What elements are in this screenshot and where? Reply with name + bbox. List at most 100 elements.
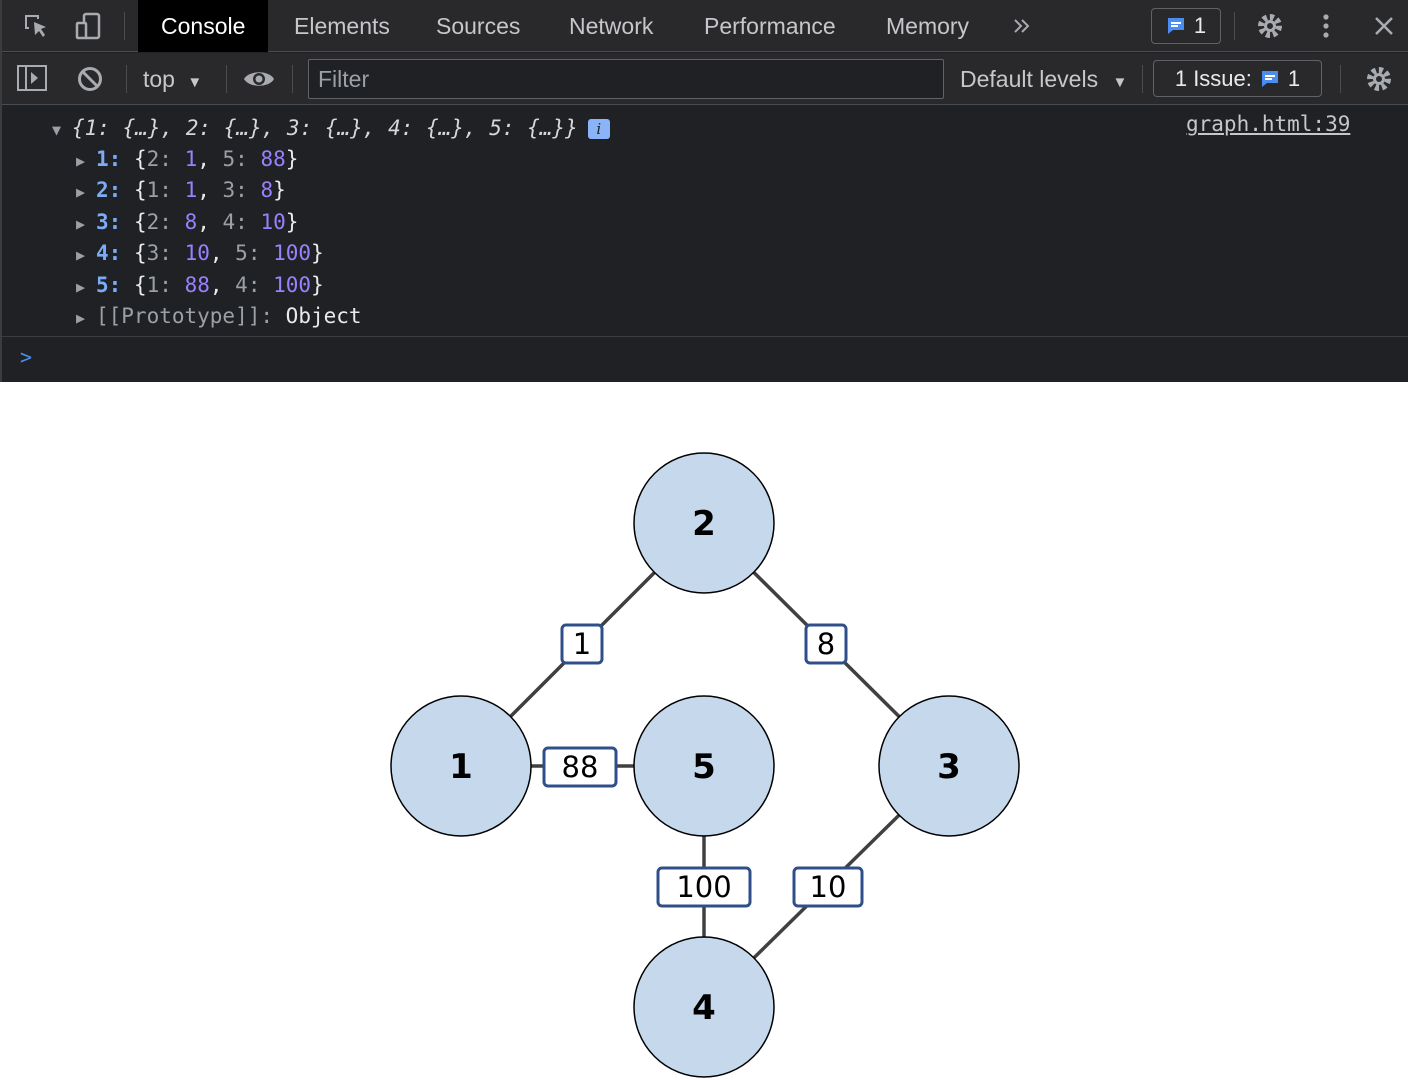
entry-colon: :: [108, 178, 122, 203]
entry-colon: :: [108, 241, 122, 266]
comma: ,: [197, 209, 223, 234]
object-summary[interactable]: ▼ {1: {…}, 2: {…}, 3: {…}, 4: {…}, 5: {…}…: [52, 113, 610, 144]
inspect-element-icon[interactable]: [18, 8, 54, 44]
console-prompt[interactable]: >: [2, 336, 1408, 382]
pair-value: 1: [184, 147, 198, 171]
messages-count: 1: [1193, 13, 1207, 38]
pair-key: 5: [222, 147, 236, 171]
toolbar-divider: [292, 65, 293, 93]
dropdown-arrow-icon: ▼: [1112, 74, 1128, 91]
collapsed-triangle-icon[interactable]: ▶: [76, 209, 96, 240]
console-filterbar: top ▼ Filter Default levels ▼ 1 Issue: 1: [2, 53, 1408, 105]
tab-console[interactable]: Console: [138, 0, 269, 52]
toolbar-divider: [1142, 65, 1143, 93]
collapsed-triangle-icon[interactable]: ▶: [76, 303, 96, 334]
context-selector[interactable]: top ▼: [143, 53, 202, 105]
brace-close: }: [285, 147, 299, 171]
collapsed-triangle-icon[interactable]: ▶: [76, 177, 96, 208]
kebab-menu-icon[interactable]: [1308, 8, 1344, 44]
entry-colon: :: [108, 272, 122, 297]
toolbar-divider: [124, 12, 125, 40]
node-label-1: 1: [449, 747, 473, 787]
object-entry-row[interactable]: ▶ 5: {1: 88, 4: 100}: [76, 270, 324, 301]
prototype-row[interactable]: ▶ [[Prototype]]: Object: [76, 301, 362, 332]
comma: ,: [209, 272, 236, 297]
close-icon[interactable]: [1366, 8, 1402, 44]
pair-colon: :: [159, 272, 185, 297]
pair-key: 1: [146, 178, 160, 203]
entry-key: 1: [96, 147, 109, 171]
node-label-5: 5: [692, 747, 716, 787]
devtools-tabbar: Console Elements Sources Network Performance…: [2, 0, 1408, 52]
filter-placeholder: Filter: [318, 66, 370, 92]
issues-button[interactable]: 1 Issue: 1: [1153, 60, 1322, 97]
object-entry-row[interactable]: ▶ 3: {2: 8, 4: 10}: [76, 207, 298, 238]
eye-icon[interactable]: [242, 67, 276, 96]
info-icon: i: [587, 119, 610, 139]
edge-weight-label: 10: [810, 870, 847, 904]
log-levels-dropdown[interactable]: Default levels ▼: [960, 53, 1127, 105]
sidebar-toggle-icon[interactable]: [16, 63, 48, 98]
filter-input[interactable]: Filter: [308, 59, 944, 99]
toolbar-divider: [226, 65, 227, 93]
pair-colon: :: [159, 147, 185, 171]
node-label-2: 2: [692, 504, 716, 544]
object-entry-row[interactable]: ▶ 4: {3: 10, 5: 100}: [76, 238, 324, 269]
edge-weight-label: 100: [676, 870, 731, 904]
toolbar-divider: [1234, 12, 1235, 40]
tab-performance[interactable]: Performance: [681, 0, 859, 52]
pair-colon: :: [247, 241, 274, 266]
pair-value: 100: [273, 272, 312, 297]
pair-key: 1: [146, 272, 160, 297]
prototype-key: [[Prototype]]: [96, 304, 261, 328]
pair-key: 3: [222, 178, 236, 203]
expanded-triangle-icon[interactable]: ▼: [52, 115, 72, 146]
pair-key: 2: [146, 147, 160, 171]
device-toolbar-icon[interactable]: [70, 8, 106, 44]
double-chevron-right-icon[interactable]: [1004, 8, 1040, 44]
prompt-chevron-icon: >: [20, 345, 33, 369]
object-entry-row[interactable]: ▶ 1: {2: 1, 5: 88}: [76, 144, 298, 175]
message-icon: [1167, 18, 1184, 34]
devtools-panel: Console Elements Sources Network Performance…: [0, 0, 1408, 382]
comma: ,: [209, 241, 236, 266]
toolbar-divider: [1340, 65, 1341, 93]
edge-weight-label: 1: [573, 627, 591, 661]
tab-memory[interactable]: Memory: [863, 0, 992, 52]
tab-sources[interactable]: Sources: [413, 0, 543, 52]
collapsed-triangle-icon[interactable]: ▶: [76, 272, 96, 303]
edge-weight-label: 88: [562, 750, 599, 784]
brace-open: {: [121, 147, 147, 171]
object-entry-row[interactable]: ▶ 2: {1: 1, 3: 8}: [76, 175, 286, 206]
comma: ,: [197, 147, 223, 171]
log-levels-label: Default levels: [960, 66, 1099, 92]
entry-key: 3: [96, 209, 109, 234]
source-link[interactable]: graph.html:39: [1186, 112, 1350, 136]
gear-icon[interactable]: [1252, 8, 1288, 44]
brace-open: {: [121, 241, 147, 266]
object-summary-text: {1: {…}, 2: {…}, 3: {…}, 4: {…}, 5: {…}}: [72, 116, 578, 140]
brace-open: {: [121, 272, 147, 297]
collapsed-triangle-icon[interactable]: ▶: [76, 240, 96, 271]
brace-close: }: [273, 178, 286, 203]
entry-colon: :: [108, 209, 122, 234]
edge-weight-label: 8: [817, 627, 835, 661]
brace-open: {: [121, 178, 147, 203]
tab-elements[interactable]: Elements: [271, 0, 413, 52]
collapsed-triangle-icon[interactable]: ▶: [76, 146, 96, 177]
console-output: ▼ {1: {…}, 2: {…}, 3: {…}, 4: {…}, 5: {…}…: [2, 106, 1408, 336]
clear-console-icon[interactable]: [76, 65, 104, 98]
console-settings-gear-icon[interactable]: [1364, 64, 1394, 99]
pair-colon: :: [247, 272, 274, 297]
pair-key: 5: [235, 241, 248, 266]
messages-badge[interactable]: 1: [1151, 8, 1221, 44]
issues-count: 1: [1287, 65, 1301, 91]
context-label: top: [143, 66, 175, 92]
pair-key: 3: [146, 241, 160, 266]
pair-key: 4: [235, 272, 248, 297]
pair-colon: :: [235, 209, 261, 234]
brace-close: }: [311, 272, 324, 297]
pair-value: 8: [260, 178, 274, 203]
entry-key: 5: [96, 272, 109, 297]
tab-network[interactable]: Network: [546, 0, 676, 52]
